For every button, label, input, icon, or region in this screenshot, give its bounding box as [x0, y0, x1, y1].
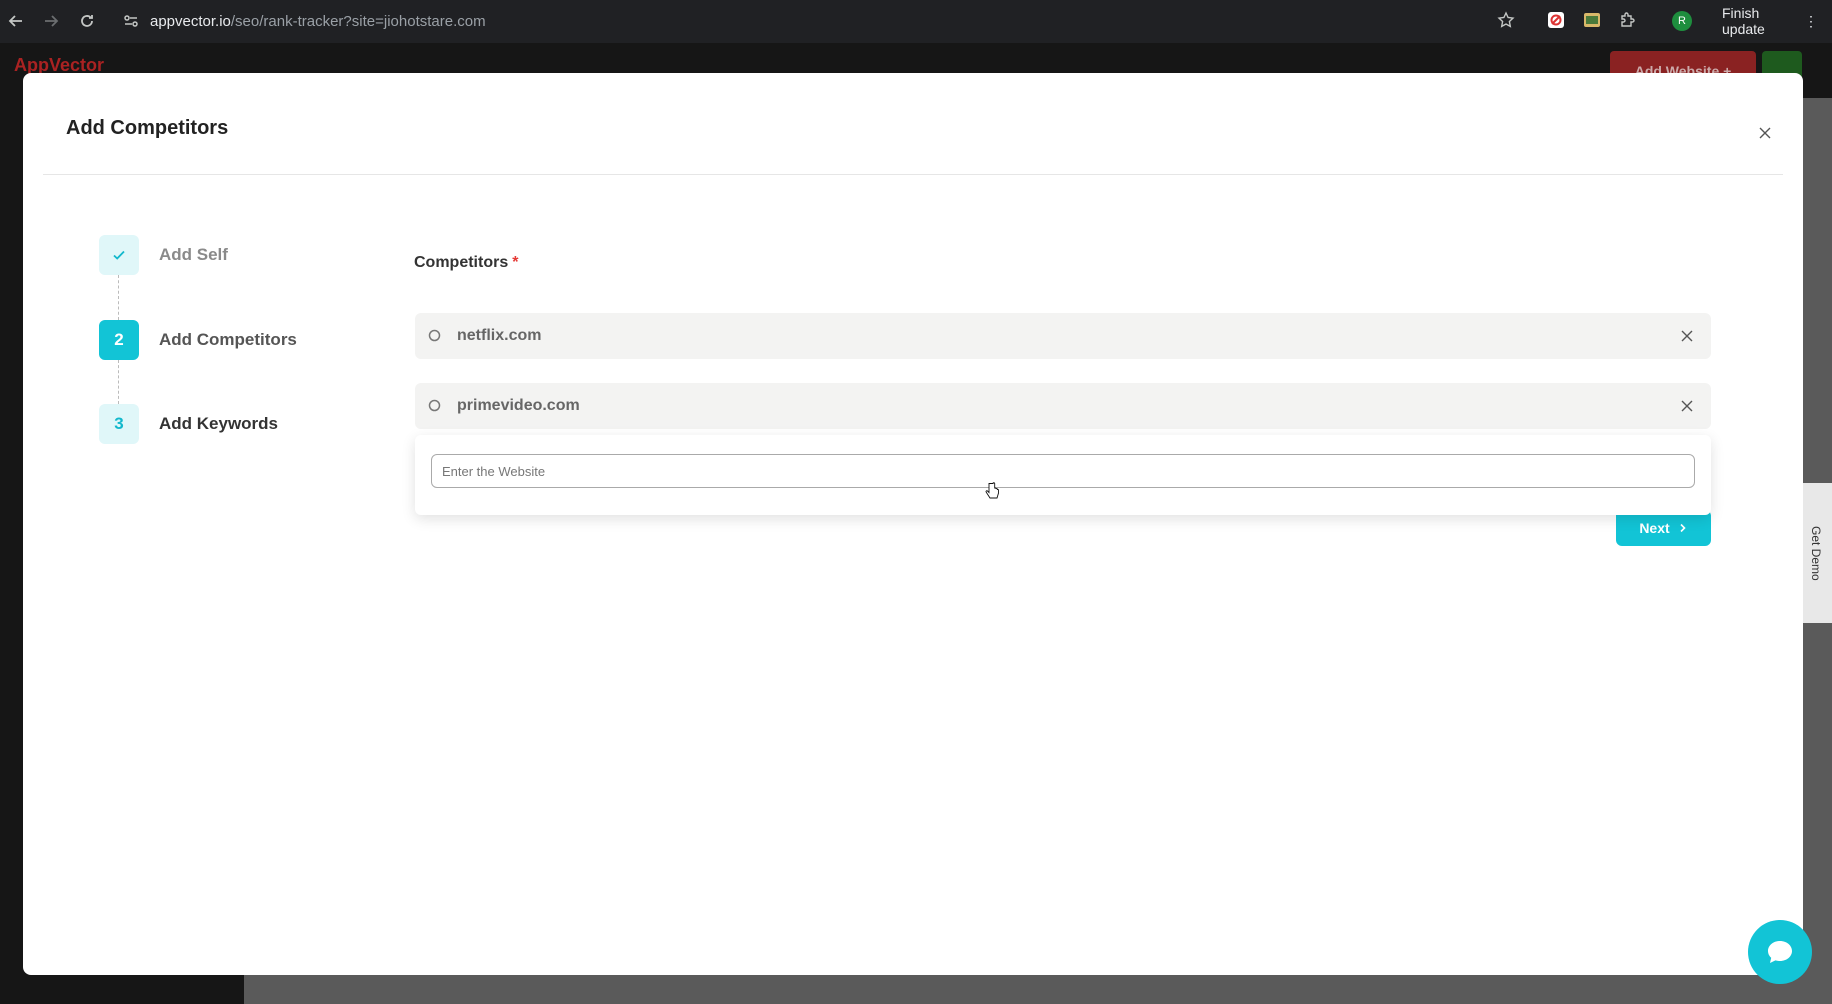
search-icon	[428, 399, 441, 412]
website-input[interactable]	[431, 454, 1695, 488]
step-connector	[118, 360, 119, 404]
modal-title: Add Competitors	[66, 117, 229, 139]
step-label: Add Keywords	[159, 414, 279, 433]
next-button[interactable]: Next	[1616, 510, 1711, 546]
remove-competitor-icon[interactable]	[1679, 328, 1695, 344]
url-host: appvector.io	[150, 12, 231, 30]
competitor-chip[interactable]: netflix.com	[415, 313, 1711, 359]
address-bar[interactable]: appvector.io/seo/rank-tracker?site=jioho…	[150, 9, 486, 33]
competitor-domain: primevideo.com	[457, 397, 580, 414]
browser-toolbar: appvector.io/seo/rank-tracker?site=jioho…	[0, 0, 1832, 43]
url-path: /seo/rank-tracker?site=jiohotstare.com	[230, 12, 486, 30]
reload-icon[interactable]	[74, 8, 100, 34]
step-add-keywords[interactable]: 3 Add Keywords	[99, 404, 278, 444]
back-arrow-icon[interactable]	[3, 8, 29, 34]
required-marker: *	[512, 254, 519, 271]
extension-icon[interactable]	[1546, 10, 1566, 30]
step-label: Add Competitors	[159, 330, 297, 349]
add-competitors-modal: Add Competitors Add Self 2 Add Competito…	[23, 73, 1803, 975]
site-info-icon[interactable]	[122, 12, 140, 30]
remove-competitor-icon[interactable]	[1679, 398, 1695, 414]
step-add-competitors[interactable]: 2 Add Competitors	[99, 320, 297, 360]
puzzle-icon[interactable]	[1618, 10, 1638, 30]
chat-widget-button[interactable]	[1748, 920, 1812, 984]
more-vert-icon: ⋮	[1804, 12, 1818, 29]
step-number: 2	[99, 320, 139, 360]
step-connector	[118, 275, 119, 320]
close-icon[interactable]	[1753, 121, 1777, 145]
step-number: 3	[99, 404, 139, 444]
finish-update-label: Finish update	[1722, 5, 1765, 37]
step-add-self[interactable]: Add Self	[99, 235, 228, 275]
search-icon	[428, 329, 441, 342]
hand-cursor-icon	[985, 482, 999, 499]
extension-icon[interactable]	[1582, 10, 1602, 30]
competitor-chip[interactable]: primevideo.com	[415, 383, 1711, 429]
finish-update-button[interactable]: Finish update ⋮	[1708, 5, 1832, 37]
modal-header: Add Competitors	[43, 73, 1783, 175]
check-icon	[99, 235, 139, 275]
profile-avatar[interactable]: R	[1672, 11, 1692, 31]
next-label: Next	[1639, 520, 1670, 536]
competitors-label-text: Competitors	[414, 254, 509, 271]
forward-arrow-icon[interactable]	[38, 8, 64, 34]
bookmark-star-icon[interactable]	[1496, 10, 1516, 30]
step-label: Add Self	[159, 245, 228, 264]
competitors-label: Competitors *	[414, 254, 518, 272]
get-demo-tab[interactable]: Get Demo	[1800, 483, 1832, 623]
competitor-domain: netflix.com	[457, 327, 542, 344]
chevron-right-icon	[1680, 523, 1686, 533]
chat-bubble-icon	[1768, 941, 1792, 963]
add-website-dropdown	[415, 435, 1711, 515]
